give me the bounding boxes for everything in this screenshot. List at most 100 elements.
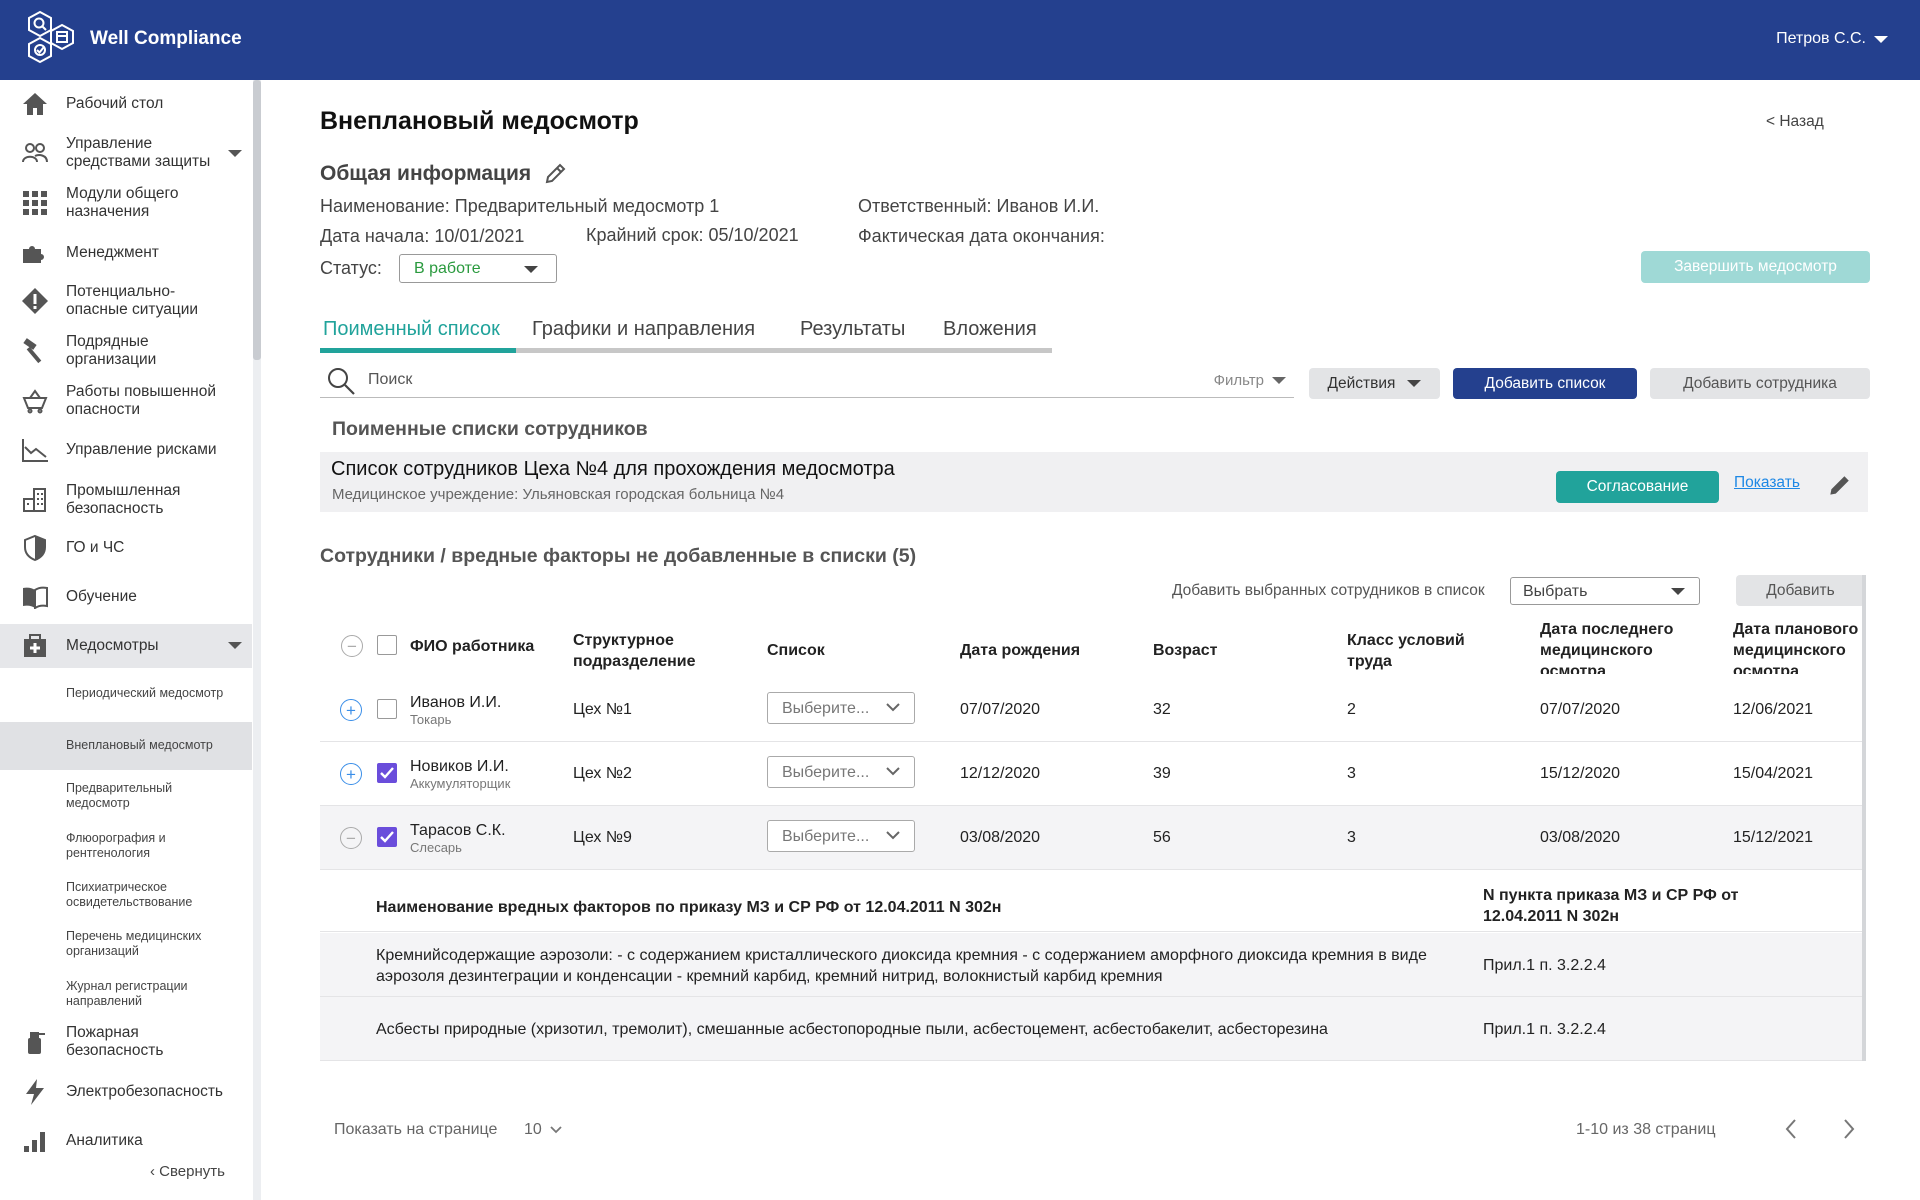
table-row[interactable]: − Тарасов С.К. Слесарь Цех №9 Выберите..… <box>320 806 1862 870</box>
sidebar-item-high-risk-works[interactable]: Работы повышенной опасности <box>0 381 252 421</box>
collapse-row-icon[interactable]: − <box>340 827 362 849</box>
column-header-list[interactable]: Список <box>767 640 825 661</box>
sidebar-subitem-medical-orgs[interactable]: Перечень медицинских организаций <box>0 929 252 961</box>
medkit-icon <box>20 631 50 661</box>
tab-attachments[interactable]: Вложения <box>943 318 1037 341</box>
page-size-label: Показать на странице <box>334 1121 498 1138</box>
row-checkbox[interactable] <box>377 763 397 783</box>
row-list-select-value: Выберите... <box>782 828 870 845</box>
tab-schedules[interactable]: Графики и направления <box>532 318 755 341</box>
row-list-select[interactable]: Выберите... <box>767 756 915 788</box>
class-cell: 3 <box>1347 829 1356 846</box>
sidebar-subitem-preliminary[interactable]: Предварительный медосмотр <box>0 781 252 813</box>
approval-button[interactable]: Согласование <box>1556 471 1719 503</box>
tab-results[interactable]: Результаты <box>800 318 905 341</box>
column-header-last-exam[interactable]: Дата последнего медицинского осмотра <box>1540 619 1685 674</box>
actions-button[interactable]: Действия <box>1309 368 1440 399</box>
column-header-age[interactable]: Возраст <box>1153 640 1217 661</box>
column-header-planned-exam[interactable]: Дата планового медицинского осмотра <box>1733 619 1873 674</box>
add-employee-button[interactable]: Добавить сотрудника <box>1650 368 1870 399</box>
pencil-icon[interactable] <box>1826 473 1852 499</box>
select-all-checkbox[interactable] <box>377 635 397 655</box>
page-size-select[interactable]: 10 <box>524 1121 562 1139</box>
column-header-class[interactable]: Класс условий труда <box>1347 630 1477 672</box>
sidebar-subitem-fluorography[interactable]: Флюорография и рентгенология <box>0 831 252 863</box>
status-value: В работе <box>414 260 481 277</box>
employee-position: Слесарь <box>410 840 462 855</box>
search-bar[interactable]: Поиск Фильтр <box>320 362 1294 398</box>
factor-point: Прил.1 п. 3.2.2.4 <box>1483 957 1606 974</box>
sidebar-item-risks[interactable]: Управление рисками <box>0 433 252 467</box>
filter-dropdown[interactable]: Фильтр <box>1214 372 1286 389</box>
column-header-birth[interactable]: Дата рождения <box>960 640 1080 661</box>
general-info-label: Общая информация <box>320 162 532 185</box>
employee-position: Аккумуляторщик <box>410 776 511 791</box>
sidebar-subitem-psychiatric[interactable]: Психиатрическое освидетельствование <box>0 880 252 912</box>
sidebar-item-fire-safety[interactable]: Пожарная безопасность <box>0 1022 252 1062</box>
add-button[interactable]: Добавить <box>1736 575 1865 606</box>
age-cell: 32 <box>1153 701 1171 718</box>
sidebar-subitem-label: Предварительный медосмотр <box>66 781 173 810</box>
sidebar-subitem-periodic[interactable]: Периодический медосмотр <box>0 686 252 704</box>
user-menu[interactable]: Петров С.С. <box>1776 30 1888 48</box>
tab-named-list[interactable]: Поименный список <box>323 318 500 341</box>
sidebar-item-civil-defense[interactable]: ГО и ЧС <box>0 531 252 565</box>
collapse-all-icon[interactable]: − <box>341 635 363 657</box>
sidebar-item-label: Обучение <box>66 588 137 605</box>
sidebar-scroll-thumb[interactable] <box>253 80 261 360</box>
sidebar-item-hazards[interactable]: Потенциально-опасные ситуации <box>0 281 252 321</box>
list-select[interactable]: Выбрать <box>1510 577 1700 605</box>
named-lists-title: Поименные списки сотрудников <box>332 418 648 440</box>
factor-name: Кремнийсодержащие аэрозоли: - с содержан… <box>376 947 1427 985</box>
show-link[interactable]: Показать <box>1734 474 1800 492</box>
expand-row-icon[interactable]: + <box>340 763 362 785</box>
chevron-left-icon[interactable] <box>1782 1116 1800 1142</box>
sidebar-item-dashboard[interactable]: Рабочий стол <box>0 87 252 121</box>
sidebar-item-modules[interactable]: Модули общего назначения <box>0 183 252 223</box>
sidebar-item-training[interactable]: Обучение <box>0 580 252 614</box>
sidebar-item-management[interactable]: Менеджмент <box>0 236 252 270</box>
sidebar-item-medical-exams[interactable]: Медосмотры <box>0 624 252 668</box>
column-header-name[interactable]: ФИО работника <box>410 636 534 657</box>
page-count: 1-10 из 38 страниц <box>1576 1121 1716 1138</box>
lightning-icon <box>20 1077 50 1107</box>
status-select[interactable]: В работе <box>399 254 557 283</box>
sidebar-subitem-referral-journal[interactable]: Журнал регистрации направлений <box>0 979 252 1011</box>
sidebar-item-analytics[interactable]: Аналитика <box>0 1124 252 1158</box>
dept-cell: Цех №1 <box>573 701 632 718</box>
pencil-icon[interactable] <box>543 162 567 186</box>
building-icon <box>20 485 50 515</box>
sidebar-item-industrial-safety[interactable]: Промышленная безопасность <box>0 480 252 520</box>
sidebar-subitem-unscheduled[interactable]: Внеплановый медосмотр <box>0 722 252 770</box>
search-input[interactable]: Поиск <box>368 371 412 389</box>
column-header-dept[interactable]: Структурное подразделение <box>573 630 723 672</box>
factor-name: Асбесты природные (хризотил, тремолит), … <box>376 1021 1328 1038</box>
table-row[interactable]: + Иванов И.И. Токарь Цех №1 Выберите... … <box>320 678 1862 742</box>
add-list-button[interactable]: Добавить список <box>1453 368 1637 399</box>
responsible: Ответственный: Иванов И.И. <box>858 196 1100 216</box>
row-list-select[interactable]: Выберите... <box>767 820 915 852</box>
row-checkbox[interactable] <box>377 827 397 847</box>
sidebar-item-contractors[interactable]: Подрядные организации <box>0 331 252 371</box>
factors-header-point: N пункта приказа МЗ и СР РФ от 12.04.201… <box>1483 887 1739 925</box>
chevron-right-icon[interactable] <box>1840 1116 1858 1142</box>
back-link[interactable]: < Назад <box>1766 113 1824 131</box>
status-label: Статус: <box>320 258 382 278</box>
sidebar-item-protection[interactable]: Управление средствами защиты <box>0 133 252 173</box>
row-checkbox[interactable] <box>377 699 397 719</box>
sidebar-item-label: Потенциально-опасные ситуации <box>66 283 199 318</box>
checkmark-icon <box>380 767 394 779</box>
expand-row-icon[interactable]: + <box>340 699 362 721</box>
list-select-value: Выбрать <box>1523 583 1588 600</box>
sidebar-collapse-button[interactable]: ‹ Свернуть <box>150 1163 225 1180</box>
dept-cell: Цех №2 <box>573 765 632 782</box>
finish-exam-button[interactable]: Завершить медосмотр <box>1641 251 1870 283</box>
employee-cell: Тарасов С.К. Слесарь <box>410 822 506 855</box>
table-row[interactable]: + Новиков И.И. Аккумуляторщик Цех №2 Выб… <box>320 742 1862 806</box>
puzzle-icon <box>20 238 50 268</box>
shield-icon <box>20 533 50 563</box>
sidebar-item-electrical-safety[interactable]: Электробезопасность <box>0 1075 252 1109</box>
sidebar-item-label: ГО и ЧС <box>66 539 125 556</box>
sidebar-item-label: Электробезопасность <box>66 1083 223 1100</box>
row-list-select[interactable]: Выберите... <box>767 692 915 724</box>
